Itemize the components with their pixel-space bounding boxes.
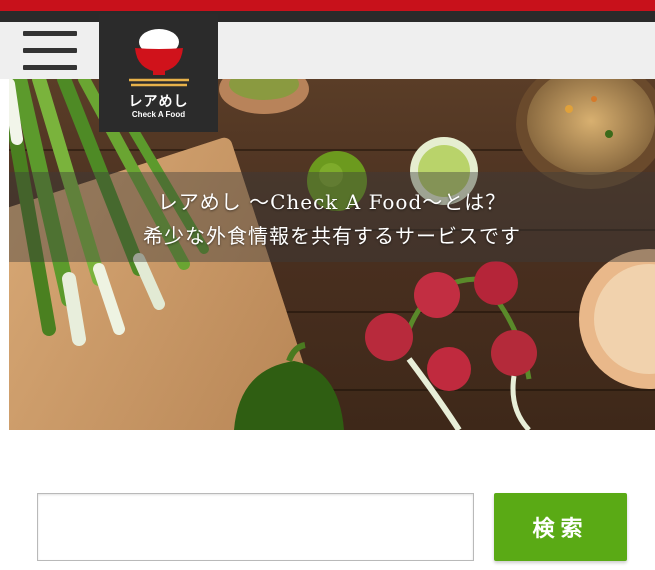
search-input[interactable] xyxy=(37,493,474,561)
rice-bowl-logo-icon xyxy=(129,29,189,87)
hamburger-menu-icon[interactable] xyxy=(23,31,77,71)
hero-description: 希少な外食情報を共有するサービスです xyxy=(143,224,521,248)
logo-brand-name: レアめし xyxy=(128,94,189,110)
site-logo[interactable]: レアめし Check A Food xyxy=(99,14,218,132)
hero-caption-band: レアめし 〜Check A Food〜とは？ 希少な外食情報を共有するサービスで… xyxy=(9,172,655,262)
hero-title: レアめし 〜Check A Food〜とは？ xyxy=(157,190,507,214)
search-button[interactable]: 検索 xyxy=(494,493,627,561)
logo-subtitle: Check A Food xyxy=(131,110,186,119)
top-accent-bar xyxy=(0,0,655,11)
